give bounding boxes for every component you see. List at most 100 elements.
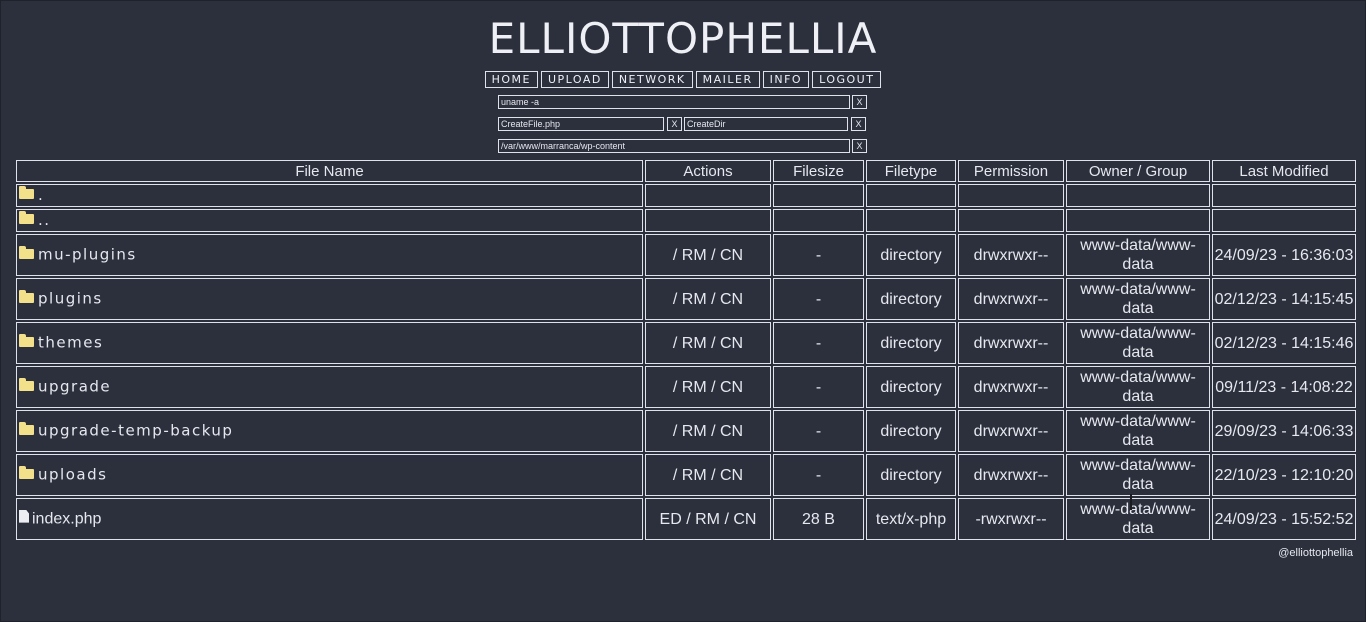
create-dir-input[interactable]: CreateDir — [684, 117, 848, 131]
file-name-link[interactable]: upgrade-temp-backup — [38, 422, 233, 440]
page-title: ELLIOTTOPHELLIA — [488, 14, 878, 63]
file-name-link[interactable]: . — [38, 186, 44, 204]
last-modified-cell: 09/11/23 - 14:08:22 — [1212, 366, 1356, 408]
filesize-cell — [773, 184, 864, 207]
last-modified-cell: 22/10/23 - 12:10:20 — [1212, 454, 1356, 496]
nav-mailer-button[interactable]: MAILER — [695, 71, 760, 88]
last-modified-cell: 24/09/23 - 15:52:52 — [1212, 498, 1356, 540]
text-cursor-icon — [1127, 492, 1135, 512]
header-filesize: Filesize — [773, 160, 864, 182]
nav-network-button[interactable]: NETWORK — [611, 71, 693, 88]
permission-cell[interactable]: drwxrwxr-- — [958, 410, 1064, 452]
permission-cell[interactable]: -rwxrwxr-- — [958, 498, 1064, 540]
file-name-link[interactable]: index.php — [32, 511, 101, 528]
header-owner-group: Owner / Group — [1066, 160, 1210, 182]
owner-group-cell: www-data/www-data — [1066, 322, 1210, 364]
filetype-cell: text/x-php — [866, 498, 956, 540]
last-modified-cell: 29/09/23 - 14:06:33 — [1212, 410, 1356, 452]
create-dir-button[interactable]: X — [851, 117, 866, 131]
folder-icon — [19, 185, 34, 199]
folder-icon — [19, 245, 34, 259]
file-name-cell: .. — [16, 209, 643, 232]
permission-cell[interactable]: drwxrwxr-- — [958, 278, 1064, 320]
directory-row: upgrade-temp-backup / RM / CN - directory dr… — [16, 410, 1356, 452]
filetype-cell: directory — [866, 410, 956, 452]
actions-cell[interactable]: / RM / CN — [645, 454, 771, 496]
footer-credit: @elliottophellia — [1278, 547, 1353, 559]
header-file-name: File Name — [16, 160, 643, 182]
filesize-cell: - — [773, 410, 864, 452]
header-filetype: Filetype — [866, 160, 956, 182]
folder-icon — [19, 333, 34, 347]
file-name-cell: plugins — [16, 278, 643, 320]
folder-icon — [19, 210, 34, 224]
last-modified-cell: 02/12/23 - 14:15:46 — [1212, 322, 1356, 364]
file-name-cell: upgrade — [16, 366, 643, 408]
folder-icon — [19, 289, 34, 303]
nav-home-button[interactable]: HOME — [484, 71, 538, 88]
file-name-link[interactable]: uploads — [38, 466, 107, 484]
filetype-cell: directory — [866, 454, 956, 496]
filesize-cell — [773, 209, 864, 232]
directory-row: uploads / RM / CN - directory drwxrwxr-- www-… — [16, 454, 1356, 496]
actions-cell[interactable]: / RM / CN — [645, 366, 771, 408]
owner-group-cell: www-data/www-data — [1066, 278, 1210, 320]
file-name-cell: mu-plugins — [16, 234, 643, 276]
file-name-link[interactable]: themes — [38, 334, 103, 352]
directory-row: mu-plugins / RM / CN - directory drwxrwxr-- w… — [16, 234, 1356, 276]
command-input[interactable]: uname -a — [498, 95, 850, 109]
owner-group-cell: www-data/www-data — [1066, 234, 1210, 276]
permission-cell[interactable]: drwxrwxr-- — [958, 322, 1064, 364]
filetype-cell: directory — [866, 366, 956, 408]
file-icon — [19, 509, 29, 523]
permission-cell[interactable]: drwxrwxr-- — [958, 454, 1064, 496]
folder-icon — [19, 421, 34, 435]
owner-group-cell — [1066, 209, 1210, 232]
folder-icon — [19, 465, 34, 479]
file-name-link[interactable]: upgrade — [38, 378, 111, 396]
actions-cell[interactable]: / RM / CN — [645, 322, 771, 364]
file-name-link[interactable]: mu-plugins — [38, 246, 137, 264]
nav-upload-button[interactable]: UPLOAD — [540, 71, 609, 88]
permission-cell[interactable]: drwxrwxr-- — [958, 366, 1064, 408]
file-row: index.php ED / RM / CN 28 Btext/x-php -rwxr… — [16, 498, 1356, 540]
actions-cell[interactable]: / RM / CN — [645, 278, 771, 320]
create-file-button[interactable]: X — [667, 117, 682, 131]
directory-row: upgrade / RM / CN - directory drwxrwxr-- www-… — [16, 366, 1356, 408]
owner-group-cell: www-data/www-data — [1066, 366, 1210, 408]
file-name-link[interactable]: .. — [38, 211, 51, 229]
actions-cell[interactable]: ED / RM / CN — [645, 498, 771, 540]
command-submit-button[interactable]: X — [852, 95, 867, 109]
owner-group-cell — [1066, 184, 1210, 207]
filesize-cell: - — [773, 278, 864, 320]
path-go-button[interactable]: X — [852, 139, 867, 153]
actions-cell[interactable]: / RM / CN — [645, 410, 771, 452]
filesize-cell: - — [773, 322, 864, 364]
actions-cell[interactable]: / RM / CN — [645, 234, 771, 276]
file-name-cell: uploads — [16, 454, 643, 496]
filesize-cell: - — [773, 366, 864, 408]
filesize-cell: - — [773, 234, 864, 276]
file-table: File Name Actions Filesize Filetype Perm… — [14, 158, 1358, 542]
actions-cell — [645, 209, 771, 232]
filesize-cell: 28 B — [773, 498, 864, 540]
path-input[interactable]: /var/www/marranca/wp-content — [498, 139, 850, 153]
file-name-cell: index.php — [16, 498, 643, 540]
create-file-input[interactable]: CreateFile.php — [498, 117, 664, 131]
permission-cell[interactable]: drwxrwxr-- — [958, 234, 1064, 276]
file-name-link[interactable]: plugins — [38, 290, 103, 308]
owner-group-cell: www-data/www-data — [1066, 410, 1210, 452]
file-name-cell: themes — [16, 322, 643, 364]
last-modified-cell — [1212, 209, 1356, 232]
filetype-cell: directory — [866, 322, 956, 364]
last-modified-cell — [1212, 184, 1356, 207]
last-modified-cell: 02/12/23 - 14:15:45 — [1212, 278, 1356, 320]
permission-cell — [958, 209, 1064, 232]
filesize-cell: - — [773, 454, 864, 496]
directory-row: themes / RM / CN - directory drwxrwxr-- www-d… — [16, 322, 1356, 364]
filetype-cell — [866, 209, 956, 232]
nav-info-button[interactable]: INFO — [762, 71, 810, 88]
directory-row: . — [16, 184, 1356, 207]
permission-cell — [958, 184, 1064, 207]
nav-logout-button[interactable]: LOGOUT — [812, 71, 882, 88]
